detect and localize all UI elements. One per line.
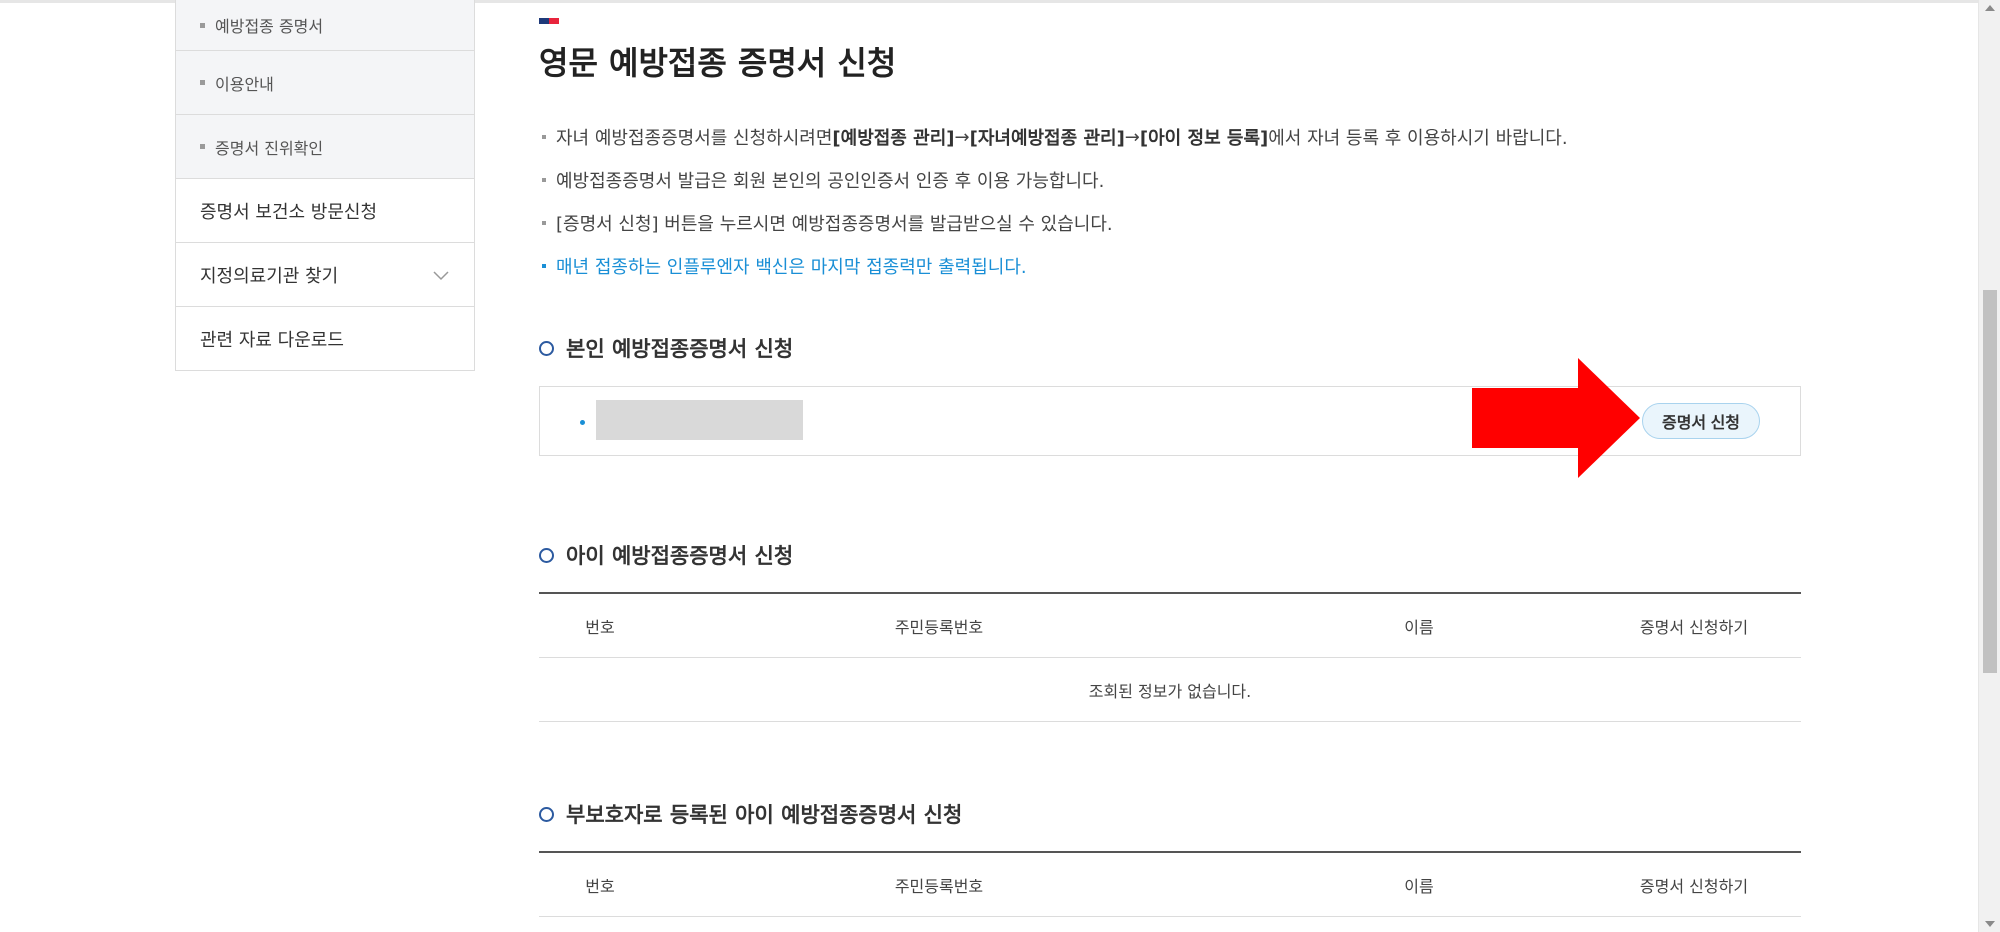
scroll-down-icon[interactable] [1985, 921, 1995, 927]
sidebar-subitem-certificate-verify[interactable]: 증명서 진위확인 [175, 115, 475, 179]
bullet-icon [542, 135, 546, 139]
table-header-name: 이름 [1404, 876, 1434, 896]
redacted-user-name [596, 400, 803, 440]
table-header-row: 번호 주민등록번호 이름 증명서 신청하기 [539, 853, 1801, 917]
section-title-child: 아이 예방접종증명서 신청 [539, 540, 793, 570]
empty-message: 조회된 정보가 없습니다. [1088, 681, 1252, 701]
notice-text: 에서 자녀 등록 후 이용하시기 바랍니다. [1268, 128, 1568, 149]
circle-outline-icon [539, 340, 554, 356]
sidebar-item-find-medical-institution[interactable]: 지정의료기관 찾기 [175, 243, 475, 307]
bullet-icon [200, 144, 205, 149]
sidebar-item-label: 지정의료기관 찾기 [200, 265, 339, 287]
sidebar-item-label: 관련 자료 다운로드 [200, 329, 344, 351]
table-empty-row: 조회된 정보가 없습니다. [539, 658, 1801, 722]
notice-certificate-button: [증명서 신청] 버튼을 누르시면 예방접종증명서를 발급받으실 수 있습니다. [539, 210, 1113, 236]
section-title-text: 부보호자로 등록된 아이 예방접종증명서 신청 [566, 803, 963, 827]
chevron-down-icon[interactable] [432, 266, 450, 284]
red-arrow-icon [1472, 358, 1640, 478]
notice-certificate-auth: 예방접종증명서 발급은 회원 본인의 공인인증서 인증 후 이용 가능합니다. [539, 167, 1104, 193]
section-title-text: 아이 예방접종증명서 신청 [566, 544, 794, 568]
scrollbar-thumb[interactable] [1983, 290, 1997, 673]
sidebar-item-download-materials[interactable]: 관련 자료 다운로드 [175, 307, 475, 371]
bullet-icon [200, 22, 205, 28]
notice-child-registration: 자녀 예방접종증명서를 신청하시려면 [예방접종 관리] → [자녀예방접종 관… [539, 124, 1568, 150]
table-header-apply: 증명서 신청하기 [1639, 617, 1749, 637]
notice-text: 자녀 예방접종증명서를 신청하시려면 [556, 128, 833, 149]
notice-text: 예방접종증명서 발급은 회원 본인의 공인인증서 인증 후 이용 가능합니다. [556, 171, 1105, 192]
table-header-resident-number: 주민등록번호 [894, 617, 984, 637]
sidebar-subitem-usage-guide[interactable]: 이용안내 [175, 51, 475, 115]
page-viewport: 예방접종 증명서 이용안내 증명서 진위확인 증명서 보건소 방문신청 지정의료… [0, 0, 2000, 932]
guardian-certificate-table: 번호 주민등록번호 이름 증명서 신청하기 [539, 851, 1801, 917]
circle-outline-icon [539, 806, 554, 822]
sidebar-item-label: 증명서 보건소 방문신청 [200, 201, 378, 223]
vertical-scrollbar[interactable] [1978, 0, 2000, 932]
notice-menu-child-vaccination-management: [자녀예방접종 관리] [969, 128, 1125, 149]
title-marker-icon [539, 18, 559, 24]
page-title: 영문 예방접종 증명서 신청 [539, 44, 897, 82]
circle-outline-icon [539, 547, 554, 563]
notice-menu-child-info-registration: [아이 정보 등록] [1139, 128, 1269, 149]
table-header-row: 번호 주민등록번호 이름 증명서 신청하기 [539, 594, 1801, 658]
notice-text: [증명서 신청] 버튼을 누르시면 예방접종증명서를 발급받으실 수 있습니다. [556, 214, 1113, 235]
certificate-apply-button[interactable]: 증명서 신청 [1642, 403, 1760, 439]
sidebar-subitem-label: 이용안내 [215, 74, 274, 94]
table-header-apply: 증명서 신청하기 [1639, 876, 1749, 896]
notice-influenza: 매년 접종하는 인플루엔자 백신은 마지막 접종력만 출력됩니다. [539, 253, 1027, 279]
sidebar-subitem-label: 예방접종 증명서 [215, 17, 324, 36]
bullet-icon [580, 420, 585, 425]
section-title-guardian: 부보호자로 등록된 아이 예방접종증명서 신청 [539, 799, 962, 829]
section-title-self: 본인 예방접종증명서 신청 [539, 333, 793, 363]
scroll-up-icon[interactable] [1985, 5, 1995, 11]
sidebar-subitem-vaccination-certificate[interactable]: 예방접종 증명서 [175, 0, 475, 51]
sidebar-subitem-label: 증명서 진위확인 [215, 138, 324, 158]
notice-menu-vaccination-management: [예방접종 관리] [832, 128, 955, 149]
notice-arrow: → [954, 126, 970, 148]
table-header-resident-number: 주민등록번호 [894, 876, 984, 896]
table-header-name: 이름 [1404, 617, 1434, 637]
notice-text: 매년 접종하는 인플루엔자 백신은 마지막 접종력만 출력됩니다. [556, 257, 1027, 278]
bullet-icon [542, 264, 546, 268]
table-header-number: 번호 [585, 617, 615, 637]
section-title-text: 본인 예방접종증명서 신청 [566, 337, 794, 361]
child-certificate-table: 번호 주민등록번호 이름 증명서 신청하기 조회된 정보가 없습니다. [539, 592, 1801, 722]
bullet-icon [542, 221, 546, 225]
bullet-icon [200, 80, 205, 85]
notice-arrow: → [1124, 126, 1140, 148]
bullet-icon [542, 178, 546, 182]
table-header-number: 번호 [585, 876, 615, 896]
sidebar: 예방접종 증명서 이용안내 증명서 진위확인 증명서 보건소 방문신청 지정의료… [175, 0, 475, 371]
sidebar-item-health-center-visit[interactable]: 증명서 보건소 방문신청 [175, 179, 475, 243]
